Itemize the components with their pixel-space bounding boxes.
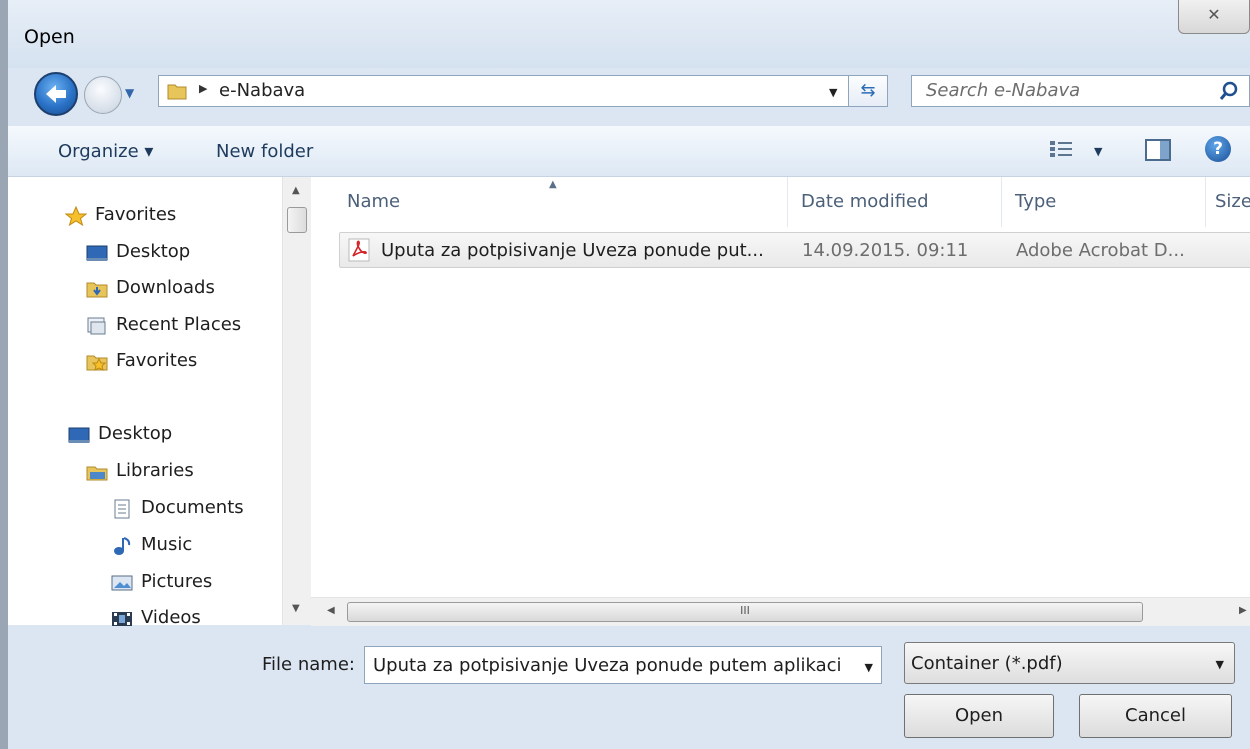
scroll-up-icon[interactable]: ▲: [292, 185, 300, 196]
column-header-size[interactable]: Size: [1215, 191, 1250, 212]
views-dropdown-icon[interactable]: ▼: [1094, 145, 1102, 158]
desktop-icon: [86, 245, 108, 261]
back-button[interactable]: [34, 72, 78, 116]
cancel-button[interactable]: Cancel: [1079, 694, 1232, 738]
organize-button[interactable]: Organize ▾: [58, 141, 153, 162]
address-dropdown-icon[interactable]: ▼: [829, 86, 837, 99]
command-bar: Organize ▾ New folder ▼ ?: [8, 126, 1250, 177]
breadcrumb-separator-icon[interactable]: ▶: [199, 82, 207, 95]
navigation-pane: Favorites Desktop Downloads Recent Place…: [8, 177, 282, 628]
downloads-folder-icon: [86, 282, 108, 298]
file-name: Uputa za potpisivanje Uveza ponude put..…: [381, 240, 764, 261]
column-divider[interactable]: [787, 177, 788, 227]
column-header-name[interactable]: Name: [347, 191, 400, 212]
scroll-down-icon[interactable]: ▼: [292, 603, 300, 614]
new-folder-button[interactable]: New folder: [216, 141, 313, 162]
search-placeholder: Search e-Nabava: [926, 80, 1081, 101]
horizontal-scrollbar[interactable]: ◀ III ▶: [311, 597, 1250, 626]
pictures-icon: [111, 575, 133, 591]
scroll-right-icon[interactable]: ▶: [1239, 605, 1247, 616]
back-arrow-icon: [46, 85, 66, 103]
recent-pages-dropdown-icon[interactable]: ▼: [125, 86, 134, 100]
sort-ascending-icon: ▲: [549, 179, 557, 190]
breadcrumb-e-nabava[interactable]: e-Nabava: [219, 80, 305, 101]
scroll-thumb[interactable]: [287, 207, 307, 233]
file-type-filter-value: Container (*.pdf): [911, 653, 1063, 674]
close-button[interactable]: ✕: [1178, 0, 1250, 34]
open-file-dialog: Open ✕ ▼ ▶ e-Nabava ▼ ⇆ Search e-Nabava …: [0, 0, 1250, 749]
filter-dropdown-icon[interactable]: ▼: [1216, 658, 1224, 671]
column-header-date-modified[interactable]: Date modified: [801, 191, 929, 212]
file-list: ▲ Name Date modified Type Size Uputa za …: [311, 177, 1250, 597]
views-icon[interactable]: [1048, 138, 1074, 160]
search-icon[interactable]: [1219, 81, 1239, 101]
file-date-modified: 14.09.2015. 09:11: [802, 240, 969, 261]
desktop-icon: [68, 427, 90, 443]
horizontal-scroll-thumb[interactable]: III: [347, 602, 1143, 622]
forward-button[interactable]: [84, 76, 122, 114]
file-type: Adobe Acrobat D...: [1016, 240, 1185, 261]
file-name-dropdown-icon[interactable]: ▼: [865, 661, 873, 674]
document-icon: [114, 499, 130, 519]
window-title: Open: [24, 26, 75, 48]
file-row[interactable]: Uputa za potpisivanje Uveza ponude put..…: [339, 232, 1250, 268]
music-icon: [114, 537, 131, 555]
column-header-type[interactable]: Type: [1015, 191, 1056, 212]
videos-icon: [112, 612, 132, 626]
refresh-button[interactable]: ⇆: [848, 75, 888, 107]
search-input[interactable]: Search e-Nabava: [911, 75, 1250, 107]
title-bar: Open ✕: [8, 0, 1250, 68]
column-divider[interactable]: [1001, 177, 1002, 227]
refresh-icon: ⇆: [860, 80, 876, 101]
libraries-icon: [86, 466, 108, 481]
open-button[interactable]: Open: [904, 694, 1054, 738]
column-divider[interactable]: [1205, 177, 1206, 227]
help-icon[interactable]: ?: [1205, 136, 1231, 162]
file-name-value: Uputa za potpisivanje Uveza ponude putem…: [373, 655, 842, 676]
pdf-file-icon: [348, 238, 370, 262]
recent-places-icon: [87, 317, 106, 335]
address-bar[interactable]: ▶ e-Nabava ▼: [158, 75, 888, 107]
preview-pane-icon[interactable]: [1145, 138, 1171, 162]
folder-icon: [167, 84, 187, 100]
star-icon: [65, 206, 87, 226]
file-type-filter[interactable]: Container (*.pdf) ▼: [904, 642, 1235, 684]
favorites-folder-icon: [86, 355, 108, 371]
navigation-scrollbar[interactable]: ▲ ▼: [282, 177, 311, 625]
file-name-input[interactable]: Uputa za potpisivanje Uveza ponude putem…: [364, 646, 882, 684]
file-name-label: File name:: [262, 654, 355, 675]
scroll-left-icon[interactable]: ◀: [327, 605, 335, 616]
